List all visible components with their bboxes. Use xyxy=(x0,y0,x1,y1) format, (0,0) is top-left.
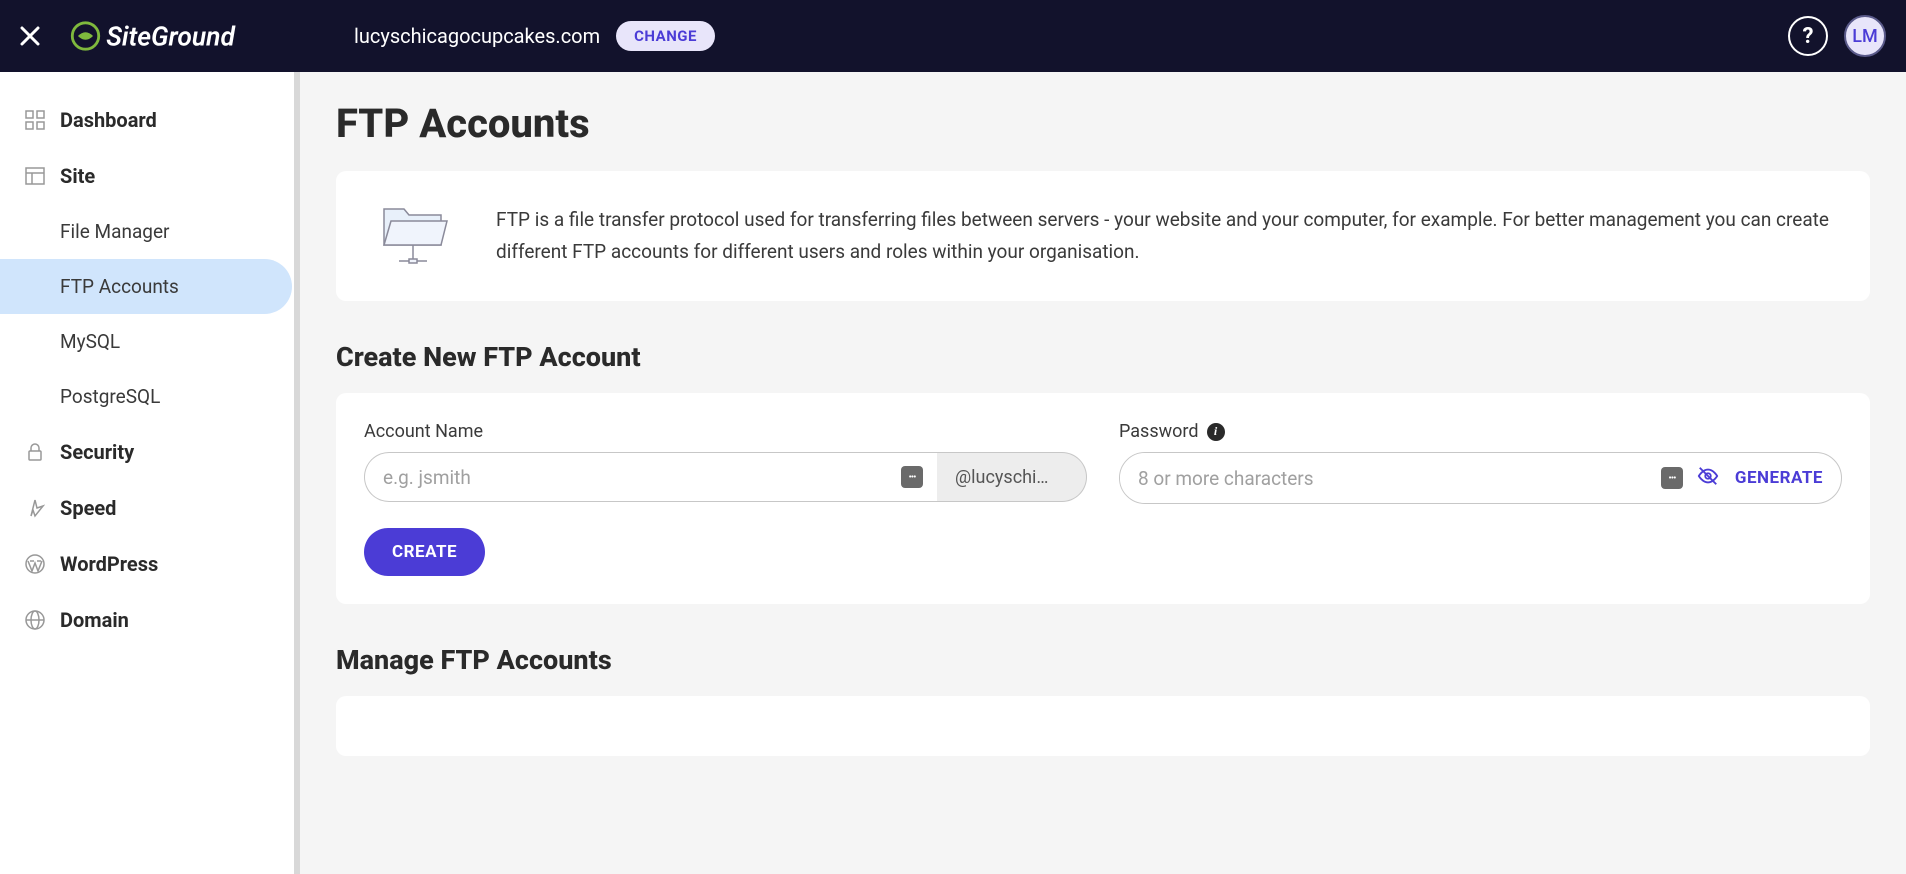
sidebar-item-label: Domain xyxy=(60,608,129,632)
sidebar-item-domain[interactable]: Domain xyxy=(0,592,300,648)
sidebar-item-speed[interactable]: Speed xyxy=(0,480,300,536)
sidebar-item-label: Security xyxy=(60,440,134,464)
sidebar-item-dashboard[interactable]: Dashboard xyxy=(0,92,300,148)
sidebar: Dashboard Site File Manager FTP Accounts… xyxy=(0,72,300,874)
close-button[interactable] xyxy=(20,20,40,53)
user-avatar[interactable]: LM xyxy=(1844,15,1886,57)
main-content: FTP Accounts FTP is a file transfer prot… xyxy=(300,72,1906,874)
manage-accounts-card xyxy=(336,696,1870,756)
page-title: FTP Accounts xyxy=(336,100,1870,147)
create-form-card: Account Name @lucyschi… Password i xyxy=(336,393,1870,604)
header: SiteGround lucyschicagocupcakes.com CHAN… xyxy=(0,0,1906,72)
sidebar-subitem-postgresql[interactable]: PostgreSQL xyxy=(0,369,300,424)
speed-icon xyxy=(24,497,46,519)
current-domain: lucyschicagocupcakes.com xyxy=(354,24,600,48)
input-dots-icon xyxy=(901,466,923,488)
manage-section-title: Manage FTP Accounts xyxy=(336,644,1870,676)
sidebar-subitem-mysql[interactable]: MySQL xyxy=(0,314,300,369)
help-icon[interactable]: ? xyxy=(1788,16,1828,56)
generate-password-button[interactable]: GENERATE xyxy=(1735,468,1823,488)
sidebar-item-security[interactable]: Security xyxy=(0,424,300,480)
sidebar-subitem-file-manager[interactable]: File Manager xyxy=(0,204,300,259)
security-icon xyxy=(24,441,46,463)
info-text: FTP is a file transfer protocol used for… xyxy=(496,204,1842,269)
account-domain-suffix: @lucyschi… xyxy=(937,452,1087,502)
wordpress-icon xyxy=(24,553,46,575)
password-label: Password xyxy=(1119,421,1199,442)
sidebar-item-label: Speed xyxy=(60,496,116,520)
siteground-logo[interactable]: SiteGround xyxy=(64,19,294,53)
sidebar-item-label: Site xyxy=(60,164,95,188)
dashboard-icon xyxy=(24,109,46,131)
sidebar-item-site[interactable]: Site xyxy=(0,148,300,204)
password-input[interactable] xyxy=(1120,453,1697,503)
input-dots-icon xyxy=(1661,467,1683,489)
sidebar-item-wordpress[interactable]: WordPress xyxy=(0,536,300,592)
sidebar-item-label: Dashboard xyxy=(60,108,157,132)
domain-icon xyxy=(24,609,46,631)
account-name-label: Account Name xyxy=(364,421,1087,442)
svg-text:SiteGround: SiteGround xyxy=(106,21,236,52)
change-domain-button[interactable]: CHANGE xyxy=(616,21,715,51)
site-icon xyxy=(24,165,46,187)
create-section-title: Create New FTP Account xyxy=(336,341,1870,373)
account-name-input[interactable] xyxy=(364,452,937,502)
info-card: FTP is a file transfer protocol used for… xyxy=(336,171,1870,301)
sidebar-item-label: WordPress xyxy=(60,552,158,576)
password-info-icon[interactable]: i xyxy=(1207,423,1225,441)
toggle-password-visibility-icon[interactable] xyxy=(1697,465,1719,492)
ftp-folder-icon xyxy=(364,191,464,281)
create-button[interactable]: CREATE xyxy=(364,528,485,576)
sidebar-subitem-ftp-accounts[interactable]: FTP Accounts xyxy=(0,259,292,314)
